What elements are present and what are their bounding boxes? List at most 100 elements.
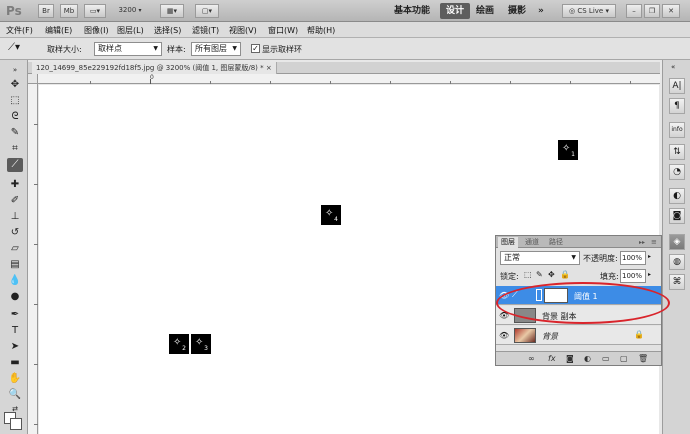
new-adjustment-layer-icon[interactable]: ◐ — [584, 354, 591, 363]
layer-name[interactable]: 背景 — [542, 331, 558, 342]
link-layers-icon[interactable]: ∞ — [528, 354, 535, 363]
paths-panel-icon[interactable]: ⌘ — [669, 274, 685, 290]
type-tool-icon[interactable]: T — [7, 324, 23, 338]
pen-tool-icon[interactable]: ✒ — [7, 308, 23, 322]
screen-mode-button[interactable]: ▢▾ — [195, 4, 219, 18]
color-sampler-tool-icon[interactable]: ⟋▾ — [8, 42, 20, 53]
clone-stamp-tool-icon[interactable]: ⊥ — [7, 210, 23, 224]
sample-size-select[interactable]: 取样点 ▼ — [94, 42, 162, 56]
channels-panel-icon[interactable]: ◍ — [669, 254, 685, 270]
lasso-tool-icon[interactable]: ᘓ — [7, 110, 23, 124]
history-brush-tool-icon[interactable]: ↺ — [7, 226, 23, 240]
menu-help[interactable]: 帮助(H) — [307, 25, 335, 36]
quick-selection-tool-icon[interactable]: ✎ — [7, 126, 23, 140]
minimize-button[interactable]: – — [626, 4, 642, 18]
lock-position-icon[interactable]: ✥ — [548, 270, 555, 279]
more-workspaces-button[interactable]: » — [538, 3, 544, 19]
layer-style-icon[interactable]: fx — [548, 354, 556, 363]
close-icon[interactable]: × — [266, 64, 272, 72]
lock-all-icon[interactable]: 🔒 — [560, 270, 570, 279]
tab-paths[interactable]: 路径 — [546, 237, 566, 248]
document-tab[interactable]: 120_14699_85e229192fd18f5.jpg @ 3200% (阈… — [32, 62, 277, 74]
expand-panels-icon[interactable]: « — [671, 63, 675, 71]
new-group-icon[interactable]: ▭ — [602, 354, 610, 363]
opacity-slider-arrow-icon[interactable]: ▸ — [648, 253, 651, 260]
layer-row-background[interactable]: 👁 背景 🔒 — [496, 326, 661, 345]
menu-file[interactable]: 文件(F) — [6, 25, 33, 36]
hand-tool-icon[interactable]: ✋ — [7, 372, 23, 386]
color-sampler-marker[interactable]: ✧ 4 — [321, 205, 341, 225]
fill-label: 填充: — [600, 272, 619, 281]
eraser-tool-icon[interactable]: ▱ — [7, 242, 23, 256]
lock-image-icon[interactable]: ✎ — [536, 270, 543, 279]
tab-channels[interactable]: 通道 — [522, 237, 542, 248]
visibility-eye-icon[interactable]: 👁 — [499, 331, 509, 340]
crop-tool-icon[interactable]: ⌗ — [7, 142, 23, 156]
delete-layer-icon[interactable]: 🗑 — [638, 354, 648, 363]
dodge-tool-icon[interactable]: ● — [7, 290, 23, 304]
background-color-swatch[interactable] — [10, 418, 22, 430]
view-extras-button[interactable]: ▭▾ — [84, 4, 106, 18]
workspace-painting[interactable]: 绘画 — [476, 3, 494, 19]
fill-input[interactable]: 100% — [620, 269, 646, 283]
ruler-origin[interactable] — [28, 74, 38, 84]
sampler-crosshair-icon: ✧ — [173, 337, 182, 348]
color-sampler-marker[interactable]: ✧ 1 — [558, 140, 578, 160]
sampler-number: 2 — [182, 345, 186, 352]
blur-tool-icon[interactable]: 💧 — [7, 274, 23, 288]
show-sampling-ring-checkbox[interactable]: ✓ — [251, 44, 260, 53]
color-sampler-marker[interactable]: ✧ 2 — [169, 334, 189, 354]
menu-window[interactable]: 窗口(W) — [268, 25, 298, 36]
menu-edit[interactable]: 编辑(E) — [45, 25, 72, 36]
info-panel-icon[interactable]: info — [669, 122, 685, 138]
adjustments-panel-icon[interactable]: ◐ — [669, 188, 685, 204]
healing-brush-tool-icon[interactable]: ✚ — [7, 178, 23, 192]
opacity-input[interactable]: 100% — [620, 251, 646, 265]
layer-thumbnail[interactable] — [514, 328, 536, 343]
cs-live-button[interactable]: ◎ CS Live ▾ — [562, 4, 616, 18]
workspace-photography[interactable]: 摄影 — [508, 3, 526, 19]
color-sampler-marker[interactable]: ✧ 3 — [191, 334, 211, 354]
marquee-tool-icon[interactable]: ⬚ — [7, 94, 23, 108]
mini-bridge-button[interactable]: Mb — [60, 4, 78, 18]
fill-slider-arrow-icon[interactable]: ▸ — [648, 271, 651, 278]
menu-image[interactable]: 图像(I) — [84, 25, 109, 36]
collapse-panel-icon[interactable]: ▸▸ — [636, 237, 648, 248]
navigator-panel-icon[interactable]: ⇅ — [669, 144, 685, 160]
zoom-level-dropdown[interactable]: 3200 ▾ — [112, 4, 148, 18]
bridge-button[interactable]: Br — [38, 4, 54, 18]
lock-transparent-icon[interactable]: ⬚ — [524, 270, 532, 279]
restore-button[interactable]: ❐ — [644, 4, 660, 18]
workspace-design[interactable]: 设计 — [440, 3, 471, 19]
menu-view[interactable]: 视图(V) — [229, 25, 257, 36]
tab-layers[interactable]: 图层 — [498, 237, 518, 248]
arrange-documents-button[interactable]: ▦▾ — [160, 4, 184, 18]
close-window-button[interactable]: ✕ — [662, 4, 680, 18]
panel-menu-icon[interactable]: ≡ — [648, 237, 660, 248]
path-selection-tool-icon[interactable]: ➤ — [7, 340, 23, 354]
brush-tool-icon[interactable]: ✐ — [7, 194, 23, 208]
menu-filter[interactable]: 滤镜(T) — [192, 25, 219, 36]
ruler-tick — [34, 124, 38, 125]
paragraph-panel-icon[interactable]: ¶ — [669, 98, 685, 114]
new-layer-icon[interactable]: ▢ — [620, 354, 628, 363]
gradient-tool-icon[interactable]: ▤ — [7, 258, 23, 272]
lock-label: 锁定: — [500, 272, 519, 281]
sample-layers-select[interactable]: 所有图层 ▼ — [191, 42, 241, 56]
add-mask-icon[interactable]: ◙ — [566, 354, 574, 363]
move-tool-icon[interactable]: ✥ — [7, 78, 23, 92]
vertical-ruler — [28, 84, 38, 434]
ruler-tick — [34, 364, 38, 365]
shape-tool-icon[interactable]: ▬ — [7, 356, 23, 370]
character-panel-icon[interactable]: A| — [669, 78, 685, 94]
zoom-tool-icon[interactable]: 🔍 — [7, 388, 23, 402]
eyedropper-tool-icon[interactable]: ⟋ — [7, 158, 23, 172]
collapse-tools-icon[interactable]: » — [7, 63, 23, 77]
blend-mode-select[interactable]: 正常 ▼ — [500, 251, 580, 265]
layers-panel-icon[interactable]: ◈ — [669, 234, 685, 250]
masks-panel-icon[interactable]: ◙ — [669, 208, 685, 224]
menu-select[interactable]: 选择(S) — [154, 25, 181, 36]
histogram-panel-icon[interactable]: ◔ — [669, 164, 685, 180]
workspace-essentials[interactable]: 基本功能 — [394, 3, 430, 19]
menu-layer[interactable]: 图层(L) — [117, 25, 144, 36]
